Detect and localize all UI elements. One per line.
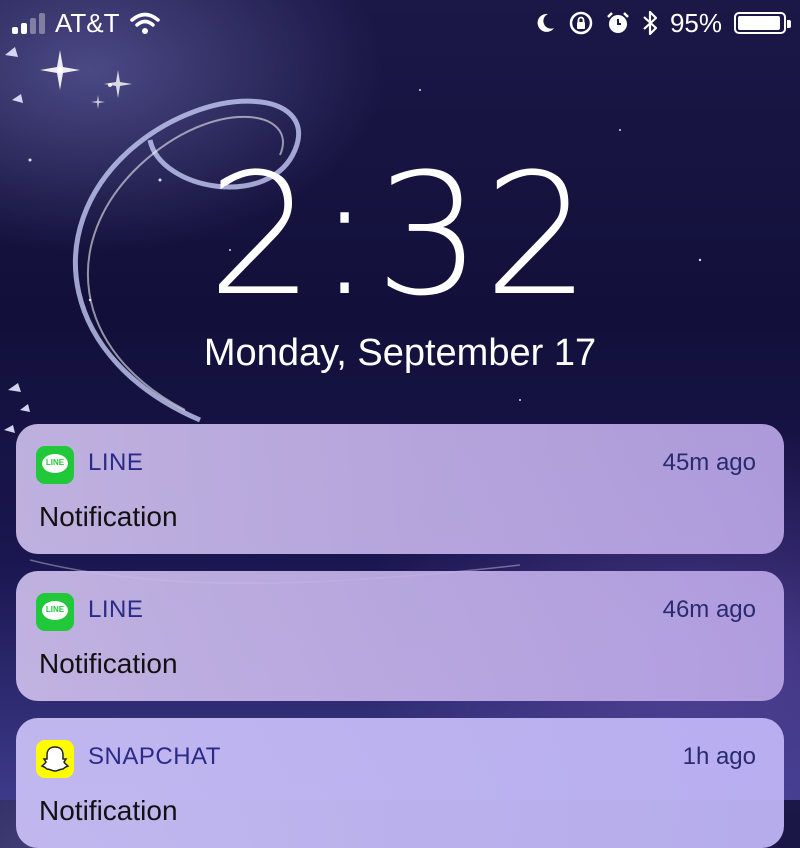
carrier-label: AT&T [55, 8, 120, 38]
alarm-icon [607, 12, 629, 33]
notification-card[interactable]: LINE LINE 46m ago Notification [16, 571, 784, 701]
notification-card[interactable]: LINE LINE 45m ago Notification [16, 424, 784, 554]
notification-body: Notification [39, 501, 178, 532]
battery-percent: 95% [669, 8, 722, 38]
notification-app-name: LINE [88, 596, 144, 623]
line-app-icon: LINE [36, 593, 74, 631]
bluetooth-icon [643, 10, 658, 36]
lockscreen-date: Monday, September 17 [203, 332, 597, 374]
wifi-icon [129, 12, 160, 34]
notification-app-name: SNAPCHAT [88, 743, 221, 770]
lockscreen-clock: 2:32 [207, 137, 593, 333]
notification-body: Notification [39, 648, 178, 679]
line-app-icon: LINE [36, 446, 74, 484]
notification-app-name: LINE [88, 449, 144, 476]
notification-time: 45m ago [662, 449, 756, 476]
rotation-lock-icon [569, 11, 593, 35]
notification-time: 1h ago [682, 743, 756, 770]
status-bar: AT&T 95% [0, 0, 800, 46]
signal-icon [12, 12, 45, 34]
notification-time: 46m ago [662, 596, 756, 623]
snapchat-app-icon [36, 740, 74, 778]
notification-card[interactable]: SNAPCHAT 1h ago Notification [16, 718, 784, 848]
moon-icon [537, 13, 554, 32]
battery-icon [734, 12, 791, 34]
battery-fill [738, 16, 780, 30]
